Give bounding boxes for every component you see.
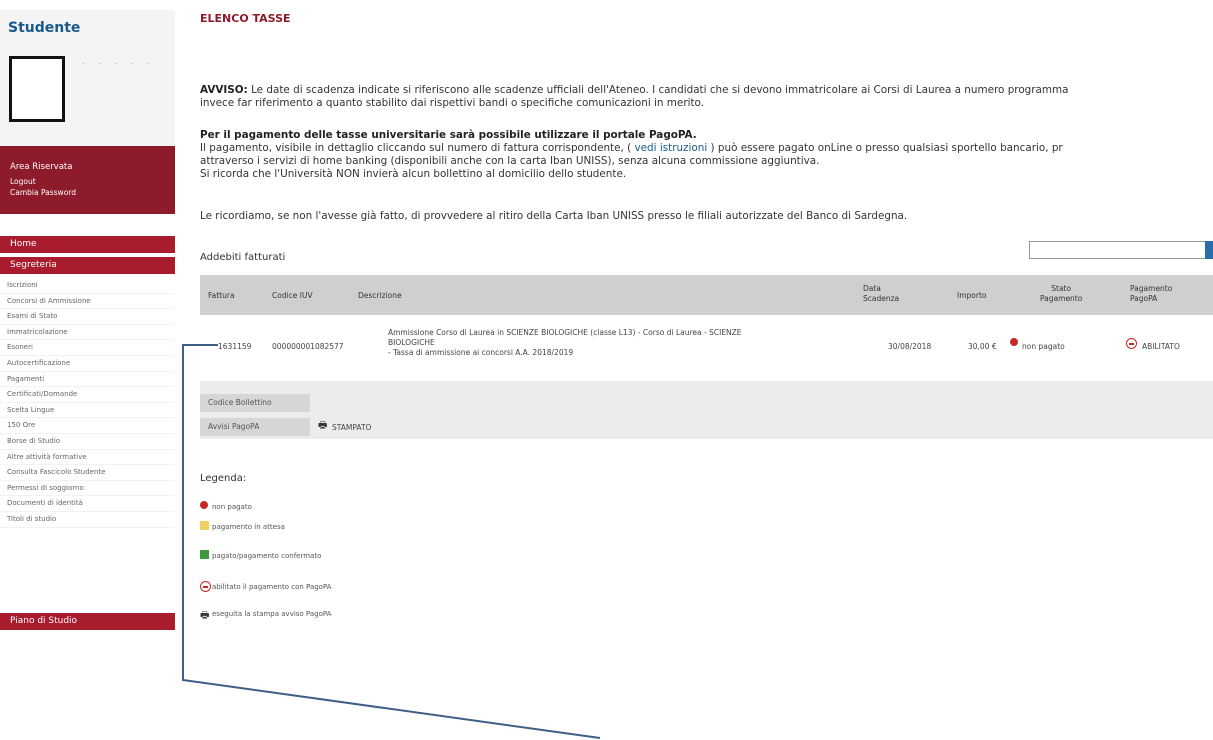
th-stato-1: Stato (1051, 284, 1072, 293)
check-icon (200, 550, 210, 560)
menu-item-fascicolo[interactable]: Consulta Fascicolo Studente (0, 465, 175, 481)
pagopa-text-1a: Il pagamento, visibile in dettaglio clic… (200, 142, 632, 154)
menu-item-altre-attivita[interactable]: Altre attività formative (0, 450, 175, 466)
menu-item-scelta-lingue[interactable]: Scelta Lingue (0, 403, 175, 419)
menu-home[interactable]: Home (0, 236, 175, 253)
legend-item: abilitato il pagamento con PagoPA (200, 581, 332, 592)
menu-item-immatricolazione[interactable]: Immatricolazione (0, 325, 175, 341)
pagopa-paragraph: Per il pagamento delle tasse universitar… (200, 129, 1063, 181)
th-scadenza[interactable]: Data Scadenza (863, 284, 899, 304)
student-name: · · · · · (82, 60, 157, 68)
row-scadenza: 30/08/2018 (888, 342, 932, 351)
page-title: ELENCO TASSE (200, 12, 291, 25)
th-pagopa-2: PagoPA (1130, 294, 1158, 303)
table-header: Fattura Codice IUV Descrizione Data Scad… (200, 275, 1213, 315)
legend-attesa: pagamento in attesa (212, 523, 285, 531)
stampato-link[interactable]: STAMPATO (332, 423, 371, 433)
invoice-link[interactable]: 1631159 (218, 342, 251, 352)
red-dot-icon (1010, 338, 1018, 349)
menu-item-documenti[interactable]: Documenti di identità (0, 496, 175, 512)
menu-item-150-ore[interactable]: 150 Ore (0, 418, 175, 434)
segreteria-menu-list: Iscrizioni Concorsi di Ammissione Esami … (0, 278, 175, 528)
sidebar-title: Studente (8, 20, 81, 36)
hourglass-icon (200, 521, 210, 531)
row-description-3: - Tassa di ammissione ai concorsi A.A. 2… (388, 348, 574, 357)
logout-link[interactable]: Logout (10, 177, 36, 186)
th-pagopa[interactable]: Pagamento PagoPA (1130, 284, 1172, 304)
ricordiamo-text: Le ricordiamo, se non l'avesse già fatto… (200, 210, 908, 222)
iuv-code: 000000001082577 (272, 342, 344, 351)
bollettino-panel: Codice Bollettino Avvisi PagoPA 🖶 STAMPA… (200, 381, 1213, 439)
menu-item-esami-stato[interactable]: Esami di Stato (0, 309, 175, 325)
sidebar: Studente · · · · · Area Riservata Logout… (0, 0, 175, 640)
pagopa-text-1b: ) può essere pagato onLine o presso qual… (710, 142, 1063, 154)
pagopa-heading: Per il pagamento delle tasse universitar… (200, 129, 697, 141)
legend-confermato: pagato/pagamento confermato (212, 552, 322, 560)
th-scadenza-2: Scadenza (863, 294, 900, 303)
legend-non-pagato: non pagato (212, 503, 252, 511)
row-importo: 30,00 € (968, 342, 997, 351)
legend-item: non pagato (200, 501, 252, 511)
row-pagopa[interactable]: ABILITATO (1142, 342, 1180, 352)
reserved-area-panel: Area Riservata Logout Cambia Password (0, 146, 175, 214)
legend-item: pagamento in attesa (200, 521, 285, 531)
th-pagopa-1: Pagamento (1130, 284, 1173, 293)
menu-item-esoneri[interactable]: Esoneri (0, 340, 175, 356)
pagopa-enabled-icon[interactable] (1126, 338, 1137, 352)
avviso-label: AVVISO: (200, 84, 248, 96)
red-dot-icon (200, 501, 210, 511)
th-scadenza-1: Data (863, 284, 881, 293)
th-iuv[interactable]: Codice IUV (272, 291, 313, 301)
menu-item-pagamenti[interactable]: Pagamenti (0, 372, 175, 388)
menu-segreteria[interactable]: Segreteria (0, 257, 175, 274)
codice-bollettino-label: Codice Bollettino (200, 394, 310, 412)
menu-item-borse-studio[interactable]: Borse di Studio (0, 434, 175, 450)
menu-item-iscrizioni[interactable]: Iscrizioni (0, 278, 175, 294)
istruzioni-link[interactable]: vedi istruzioni (631, 142, 710, 154)
printer-icon: 🖶 (200, 610, 210, 621)
legend-stampa: eseguita la stampa avviso PagoPA (212, 610, 332, 618)
th-fattura[interactable]: Fattura (208, 291, 235, 301)
legend-title: Legenda: (200, 473, 247, 484)
th-descrizione[interactable]: Descrizione (358, 291, 402, 301)
th-stato[interactable]: Stato Pagamento (1040, 284, 1082, 304)
legend-item: pagato/pagamento confermato (200, 550, 322, 560)
student-photo (9, 56, 65, 122)
pagopa-enabled-icon (200, 581, 211, 592)
row-stato: non pagato (1022, 342, 1065, 351)
row-description-1: Ammissione Corso di Laurea in SCIENZE BI… (388, 328, 742, 337)
row-description: Ammissione Corso di Laurea in SCIENZE BI… (388, 328, 742, 358)
avviso-text-2: invece far riferimento a quanto stabilit… (200, 97, 705, 109)
table-row: 1631159 000000001082577 Ammissione Corso… (200, 320, 1213, 370)
menu-item-permessi[interactable]: Permessi di soggiorno (0, 481, 175, 497)
change-password-link[interactable]: Cambia Password (10, 188, 76, 197)
avvisi-pagopa-label: Avvisi PagoPA (200, 418, 310, 436)
avviso-text-1: Le date di scadenza indicate si riferisc… (247, 84, 1069, 96)
pagopa-text-2: attraverso i servizi di home banking (di… (200, 155, 820, 167)
addebiti-heading: Addebiti fatturati (200, 252, 286, 263)
main-content: ELENCO TASSE AVVISO: Le date di scadenza… (200, 0, 1213, 740)
reserved-area-title: Area Riservata (10, 162, 73, 172)
th-importo[interactable]: Importo (957, 291, 986, 301)
menu-item-certificati[interactable]: Certificati/Domande (0, 387, 175, 403)
avviso-paragraph: AVVISO: Le date di scadenza indicate si … (200, 84, 1069, 110)
menu-piano-studio[interactable]: Piano di Studio (0, 613, 175, 630)
printer-icon[interactable]: 🖶 (318, 418, 327, 435)
legend-item: 🖶 eseguita la stampa avviso PagoPA (200, 610, 332, 621)
legend-abilitato: abilitato il pagamento con PagoPA (212, 583, 332, 591)
row-description-2: BIOLOGICHE (388, 338, 435, 347)
search-input[interactable] (1029, 241, 1207, 259)
menu-item-concorsi[interactable]: Concorsi di Ammissione (0, 294, 175, 310)
menu-item-autocertificazione[interactable]: Autocertificazione (0, 356, 175, 372)
search-button[interactable] (1205, 241, 1213, 259)
menu-item-titoli[interactable]: Titoli di studio (0, 512, 175, 528)
th-stato-2: Pagamento (1040, 294, 1083, 303)
pagopa-text-3: Si ricorda che l'Università NON invierà … (200, 168, 627, 180)
